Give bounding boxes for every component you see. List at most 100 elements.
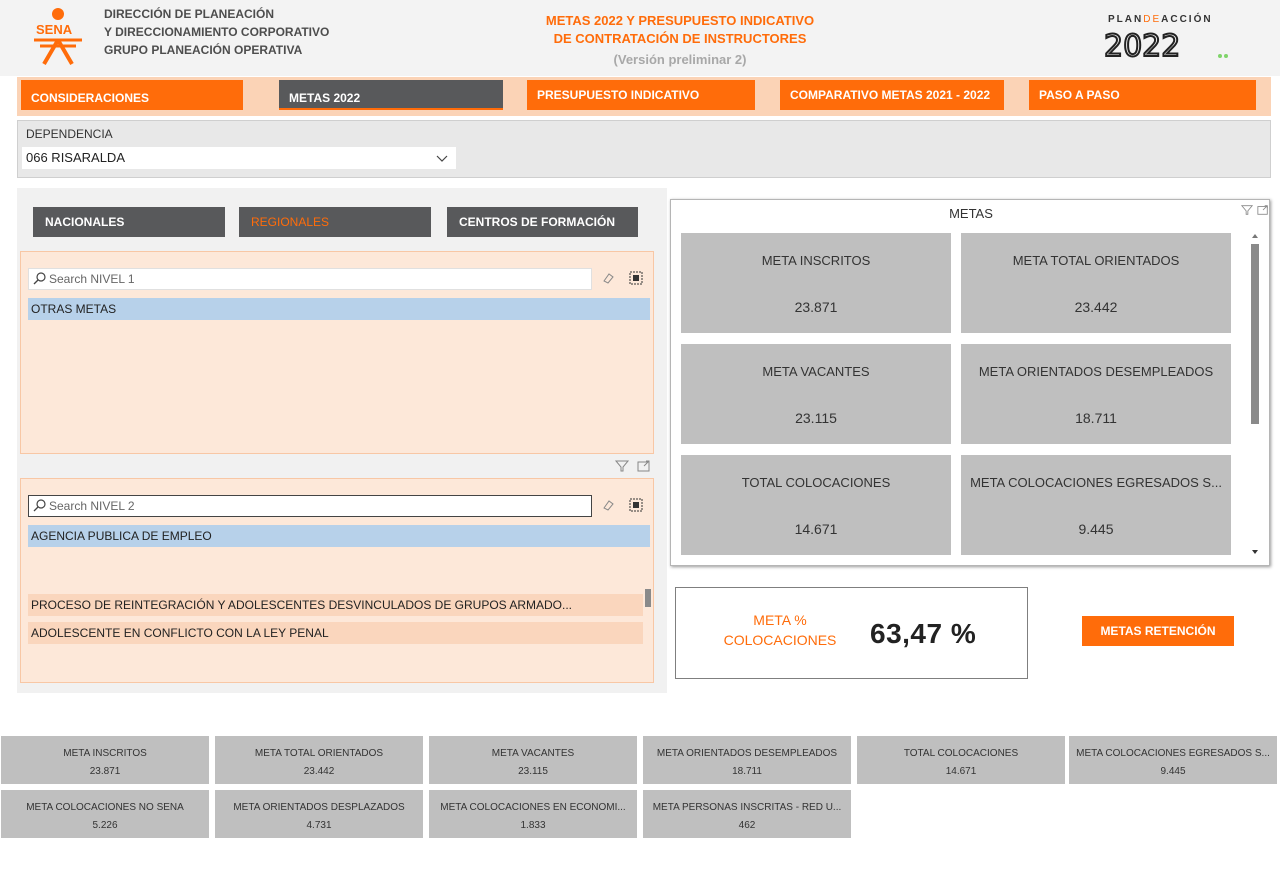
metric-label: META VACANTES [762, 364, 870, 379]
bottom-metric-card: META COLOCACIONES EN ECONOMI... 1.833 [429, 790, 637, 838]
nav-presupuesto-indicativo[interactable]: PRESUPUESTO INDICATIVO [527, 80, 755, 110]
metric-value: 23.115 [518, 766, 548, 777]
nivel-filters-area: NACIONALES REGIONALES CENTROS DE FORMACI… [17, 188, 667, 693]
focus-mode-icon[interactable] [1257, 204, 1269, 216]
metric-value: 14.671 [794, 521, 838, 537]
search-nivel-1-placeholder: Search NIVEL 1 [49, 272, 135, 286]
org-line-3: GRUPO PLANEACIÓN OPERATIVA [104, 43, 303, 57]
metric-value: 14.671 [945, 766, 977, 777]
slicer-item-adolescente-conflicto-ley[interactable]: ADOLESCENTE EN CONFLICTO CON LA LEY PENA… [28, 622, 643, 644]
dependencia-value: 066 RISARALDA [26, 150, 125, 165]
metric-label: META TOTAL ORIENTADOS [254, 748, 384, 759]
plan-de-accion-logo: PLANDEACCIÓN 2022 [1100, 12, 1235, 64]
bottom-metric-card: META ORIENTADOS DESEMPLEADOS 18.711 [643, 736, 851, 784]
dependencia-slicer: DEPENDENCIA 066 RISARALDA [17, 120, 1271, 178]
metas-scrollbar[interactable] [1249, 230, 1261, 560]
search-nivel-2-input[interactable]: Search NIVEL 2 [28, 495, 592, 517]
filter-icon[interactable] [1241, 204, 1253, 216]
metas-retencion-button[interactable]: METAS RETENCIÓN [1082, 616, 1234, 646]
metric-value: 23.115 [795, 410, 837, 426]
select-all-icon[interactable] [629, 271, 643, 285]
metric-label: META COLOCACIONES EGRESADOS S... [1076, 748, 1270, 759]
slicer-item-otras-metas[interactable]: OTRAS METAS [28, 298, 650, 320]
nav-metas-2022[interactable]: METAS 2022 [279, 80, 503, 110]
metric-value: 23.442 [303, 766, 335, 777]
eraser-icon[interactable] [601, 498, 615, 512]
dependencia-dropdown[interactable]: 066 RISARALDA [22, 147, 456, 169]
nivel-2-slicer: Search NIVEL 2 AGENCIA PUBLICA DE EMPLEO… [20, 478, 654, 683]
bottom-metric-card: META VACANTES 23.115 [429, 736, 637, 784]
metric-value: 23.871 [794, 299, 838, 315]
bottom-metric-card: META ORIENTADOS DESPLAZADOS 4.731 [215, 790, 423, 838]
metric-value: 9.445 [1078, 521, 1114, 537]
page-subtitle: (Versión preliminar 2) [613, 52, 747, 67]
slicer-item-proceso-reintegracion[interactable]: PROCESO DE REINTEGRACIÓN Y ADOLESCENTES … [28, 594, 643, 616]
metric-card: META INSCRITOS 23.871 [681, 233, 951, 333]
metric-card: META TOTAL ORIENTADOS 23.442 [961, 233, 1231, 333]
metric-label: META INSCRITOS [761, 253, 871, 268]
sena-logo: SENA [34, 8, 82, 66]
org-line-1: DIRECCIÓN DE PLANEACIÓN [104, 7, 275, 21]
slicer-scrollbar[interactable] [645, 589, 651, 607]
plan-logo-a: PLAN [1108, 14, 1144, 25]
tab-regionales[interactable]: REGIONALES [239, 207, 431, 237]
year-2022-graphic: 2022 [1103, 28, 1228, 62]
meta-porcentaje-value: 63,47 % [870, 618, 977, 649]
metric-label: TOTAL COLOCACIONES [903, 748, 1019, 759]
bottom-metric-card: META COLOCACIONES EGRESADOS S... 9.445 [1069, 736, 1277, 784]
org-line-2: Y DIRECCIONAMIENTO CORPORATIVO [104, 25, 330, 39]
metric-value: 23.442 [1074, 299, 1118, 315]
metric-label: META ORIENTADOS DESEMPLEADOS [978, 364, 1214, 379]
select-all-icon[interactable] [629, 498, 643, 512]
search-nivel-1-input[interactable]: Search NIVEL 1 [28, 268, 592, 290]
filter-icon[interactable] [615, 459, 629, 473]
eraser-icon[interactable] [601, 271, 615, 285]
metric-card: META VACANTES 23.115 [681, 344, 951, 444]
metric-label: META INSCRITOS [63, 748, 147, 759]
metric-value: 5.226 [92, 820, 118, 831]
search-icon [33, 272, 46, 285]
bottom-metric-card: TOTAL COLOCACIONES 14.671 [857, 736, 1065, 784]
dependencia-label: DEPENDENCIA [26, 127, 113, 141]
meta-porcentaje-colocaciones-card: META % COLOCACIONES 63,47 % [675, 587, 1028, 679]
chevron-down-icon[interactable] [436, 152, 448, 164]
tab-centros-de-formacion[interactable]: CENTROS DE FORMACIÓN [447, 207, 638, 237]
meta-porcentaje-label-line-1: META % [753, 612, 807, 628]
report-header: SENA DIRECCIÓN DE PLANEACIÓN Y DIRECCION… [0, 0, 1280, 76]
metric-label: META TOTAL ORIENTADOS [1012, 253, 1180, 268]
metas-card-panel: METAS META INSCRITOS 23.871 META TOTAL O… [670, 199, 1270, 566]
metric-value: 9.445 [1160, 766, 1186, 777]
slicer-item-agencia-publica-de-empleo[interactable]: AGENCIA PUBLICA DE EMPLEO [28, 525, 650, 547]
metric-value: 1.833 [520, 820, 546, 831]
title-line-1: METAS 2022 Y PRESUPUESTO INDICATIVO [545, 13, 815, 28]
metric-value: 23.871 [89, 766, 121, 777]
search-icon [33, 499, 46, 512]
metric-label: META PERSONAS INSCRITAS - RED U... [652, 802, 842, 813]
metric-label: META COLOCACIONES EN ECONOMI... [440, 802, 626, 813]
metric-label: META ORIENTADOS DESPLAZADOS [233, 802, 405, 813]
plan-logo-text: PLANDEACCIÓN [1108, 14, 1213, 25]
meta-porcentaje-label: META % COLOCACIONES [720, 610, 840, 650]
bottom-metric-card: META PERSONAS INSCRITAS - RED U... 462 [643, 790, 851, 838]
metric-value: 462 [738, 820, 756, 831]
bottom-metric-card: META TOTAL ORIENTADOS 23.442 [215, 736, 423, 784]
page-title: METAS 2022 Y PRESUPUESTO INDICATIVO DE C… [470, 12, 890, 48]
metric-value: 18.711 [732, 766, 762, 777]
tab-nacionales[interactable]: NACIONALES [33, 207, 225, 237]
title-line-2: DE CONTRATACIÓN DE INSTRUCTORES [553, 31, 807, 46]
scroll-down-icon [1252, 550, 1258, 554]
metric-card: META ORIENTADOS DESEMPLEADOS 18.711 [961, 344, 1231, 444]
focus-mode-icon[interactable] [637, 459, 651, 473]
plan-logo-year: 2022 [1104, 29, 1180, 62]
plan-logo-b: DE [1143, 14, 1162, 25]
top-navigation: CONSIDERACIONES METAS 2022 PRESUPUESTO I… [17, 77, 1271, 116]
metric-label: META VACANTES [491, 748, 575, 759]
metric-label: TOTAL COLOCACIONES [741, 475, 891, 490]
metric-value: 18.711 [1075, 410, 1117, 426]
bottom-metric-card: META COLOCACIONES NO SENA 5.226 [1, 790, 209, 838]
nivel-1-slicer: Search NIVEL 1 OTRAS METAS [20, 251, 654, 454]
nav-paso-a-paso[interactable]: PASO A PASO [1029, 80, 1256, 110]
meta-porcentaje-label-line-2: COLOCACIONES [723, 632, 837, 648]
nav-consideraciones[interactable]: CONSIDERACIONES [21, 80, 243, 110]
nav-comparativo-metas[interactable]: COMPARATIVO METAS 2021 - 2022 [780, 80, 1004, 110]
